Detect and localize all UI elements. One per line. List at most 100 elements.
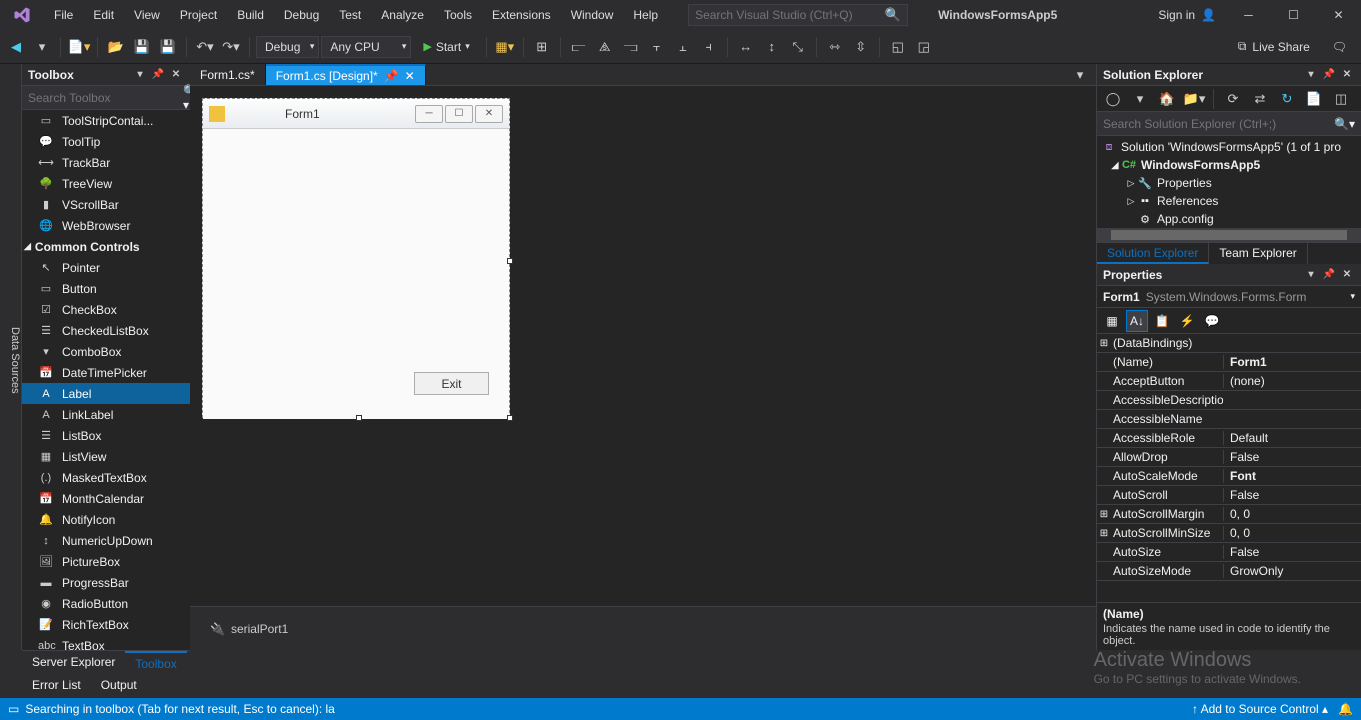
align-center-icon[interactable]: ⧌ bbox=[593, 35, 617, 59]
property-row[interactable]: ⊞(DataBindings) bbox=[1097, 334, 1361, 353]
save-button[interactable]: 💾 bbox=[130, 35, 154, 59]
toolbox-item[interactable]: (.)MaskedTextBox bbox=[22, 467, 190, 488]
menu-analyze[interactable]: Analyze bbox=[371, 2, 434, 28]
close-button[interactable]: ✕ bbox=[1316, 0, 1361, 30]
hspace-icon[interactable]: ⇿ bbox=[823, 35, 847, 59]
messages-icon[interactable]: 💬 bbox=[1201, 310, 1223, 332]
tab-dropdown-icon[interactable]: ▾ bbox=[1068, 63, 1092, 87]
align-middle-icon[interactable]: ⫠ bbox=[671, 35, 695, 59]
toolbox-item[interactable]: ALabel bbox=[22, 383, 190, 404]
layout-button[interactable]: ▦▾ bbox=[493, 35, 517, 59]
pin-icon[interactable]: 📌 bbox=[150, 67, 166, 83]
sol-scope-icon[interactable]: ⟳ bbox=[1221, 87, 1245, 111]
tree-appconfig[interactable]: ⚙ App.config bbox=[1097, 210, 1361, 228]
data-sources-tab[interactable]: Data Sources bbox=[0, 64, 22, 650]
nav-back-button[interactable]: ◀ bbox=[4, 35, 28, 59]
toolbox-item[interactable]: 🌳TreeView bbox=[22, 173, 190, 194]
size-width-icon[interactable]: ↔ bbox=[734, 35, 758, 59]
designer-surface[interactable]: Form1 ─ ☐ ✕ Exit bbox=[190, 86, 1096, 606]
sol-refresh-icon[interactable]: ↻ bbox=[1275, 87, 1299, 111]
toolbox-item[interactable]: ▦ListView bbox=[22, 446, 190, 467]
toolbox-item[interactable]: ↖Pointer bbox=[22, 257, 190, 278]
property-row[interactable]: AutoScrollFalse bbox=[1097, 486, 1361, 505]
save-all-button[interactable]: 💾 bbox=[156, 35, 180, 59]
component-serialport[interactable]: 🔌 serialPort1 bbox=[210, 622, 288, 636]
align-top-icon[interactable]: ⫟ bbox=[645, 35, 669, 59]
align-left-icon[interactable]: ⫍ bbox=[567, 35, 591, 59]
property-row[interactable]: AllowDropFalse bbox=[1097, 448, 1361, 467]
sol-props-icon[interactable]: ◫ bbox=[1329, 87, 1353, 111]
tree-scrollbar[interactable] bbox=[1097, 228, 1361, 242]
tree-references[interactable]: ▷ ▪▪ References bbox=[1097, 192, 1361, 210]
toolbox-item[interactable]: ▬ProgressBar bbox=[22, 572, 190, 593]
properties-icon[interactable]: 📋 bbox=[1151, 310, 1173, 332]
start-button[interactable]: ▶ Start ▾ bbox=[413, 36, 479, 58]
pin-icon[interactable]: 📌 bbox=[1321, 267, 1337, 283]
tab-form1-cs[interactable]: Form1.cs* bbox=[190, 64, 266, 85]
toolbox-item[interactable]: 💬ToolTip bbox=[22, 131, 190, 152]
align-right-icon[interactable]: ⫎ bbox=[619, 35, 643, 59]
new-project-button[interactable]: 📄▾ bbox=[67, 35, 91, 59]
sol-showall-icon[interactable]: ⇄ bbox=[1248, 87, 1272, 111]
form-designer[interactable]: Form1 ─ ☐ ✕ Exit bbox=[202, 98, 510, 418]
toolbox-item[interactable]: ☰CheckedListBox bbox=[22, 320, 190, 341]
size-both-icon[interactable]: ⤡ bbox=[786, 35, 810, 59]
menu-tools[interactable]: Tools bbox=[434, 2, 482, 28]
liveshare-button[interactable]: ⧉ Live Share 🗨 bbox=[1228, 39, 1357, 54]
menu-file[interactable]: File bbox=[44, 2, 83, 28]
dropdown-icon[interactable]: ▾ bbox=[132, 67, 148, 83]
menu-build[interactable]: Build bbox=[227, 2, 274, 28]
tab-solution-explorer[interactable]: Solution Explorer bbox=[1097, 243, 1209, 264]
align-grid-icon[interactable]: ⊞ bbox=[530, 35, 554, 59]
toolbox-item[interactable]: ▭ToolStripContai... bbox=[22, 110, 190, 131]
pin-icon[interactable]: 📌 bbox=[1321, 67, 1337, 83]
toolbox-item[interactable]: ▾ComboBox bbox=[22, 341, 190, 362]
close-icon[interactable]: ✕ bbox=[1339, 67, 1355, 83]
toolbox-item[interactable]: 📅DateTimePicker bbox=[22, 362, 190, 383]
menu-window[interactable]: Window bbox=[561, 2, 624, 28]
toolbox-item[interactable]: ALinkLabel bbox=[22, 404, 190, 425]
tab-server-explorer[interactable]: Server Explorer bbox=[22, 651, 125, 674]
toolbox-item[interactable]: ⟷TrackBar bbox=[22, 152, 190, 173]
tree-project[interactable]: ◢ C# WindowsFormsApp5 bbox=[1097, 156, 1361, 174]
config-dropdown[interactable]: Debug bbox=[256, 36, 319, 58]
toolbox-item[interactable]: ◉RadioButton bbox=[22, 593, 190, 614]
menu-edit[interactable]: Edit bbox=[83, 2, 124, 28]
property-row[interactable]: AutoSizeFalse bbox=[1097, 543, 1361, 562]
sol-sync-icon[interactable]: 📁▾ bbox=[1182, 87, 1206, 111]
sol-collapse-icon[interactable]: 📄 bbox=[1302, 87, 1326, 111]
size-height-icon[interactable]: ↕ bbox=[760, 35, 784, 59]
global-search-input[interactable] bbox=[695, 8, 885, 22]
menu-debug[interactable]: Debug bbox=[274, 2, 329, 28]
pin-icon[interactable]: 📌 bbox=[384, 69, 399, 83]
toolbox-search-input[interactable] bbox=[28, 91, 183, 105]
toolbox-item[interactable]: 🔔NotifyIcon bbox=[22, 509, 190, 530]
alphabetical-icon[interactable]: A↓ bbox=[1126, 310, 1148, 332]
property-row[interactable]: AccessibleName bbox=[1097, 410, 1361, 429]
maximize-button[interactable]: ☐ bbox=[1271, 0, 1316, 30]
property-row[interactable]: AcceptButton(none) bbox=[1097, 372, 1361, 391]
toolbox-item[interactable]: abcTextBox bbox=[22, 635, 190, 650]
sol-fwd-icon[interactable]: ▾ bbox=[1128, 87, 1152, 111]
tab-error-list[interactable]: Error List bbox=[22, 674, 91, 698]
global-search[interactable]: 🔍 bbox=[688, 4, 908, 26]
open-file-button[interactable]: 📂 bbox=[104, 35, 128, 59]
vspace-icon[interactable]: ⇳ bbox=[849, 35, 873, 59]
bring-front-icon[interactable]: ◱ bbox=[886, 35, 910, 59]
toolbox-group-common[interactable]: ◢Common Controls bbox=[22, 236, 190, 257]
solution-search[interactable]: 🔍▾ bbox=[1097, 112, 1361, 136]
minimize-button[interactable]: ─ bbox=[1226, 0, 1271, 30]
align-bottom-icon[interactable]: ⫞ bbox=[697, 35, 721, 59]
sol-back-icon[interactable]: ◯ bbox=[1101, 87, 1125, 111]
menu-extensions[interactable]: Extensions bbox=[482, 2, 561, 28]
property-row[interactable]: ⊞AutoScrollMinSize0, 0 bbox=[1097, 524, 1361, 543]
close-icon[interactable]: ✕ bbox=[1339, 267, 1355, 283]
close-icon[interactable]: ✕ bbox=[405, 69, 415, 83]
menu-test[interactable]: Test bbox=[329, 2, 371, 28]
toolbox-item[interactable]: 🖼PictureBox bbox=[22, 551, 190, 572]
form-body[interactable]: Exit bbox=[203, 129, 509, 419]
feedback-icon[interactable]: 🗨 bbox=[1332, 40, 1347, 54]
toolbox-item[interactable]: ☑CheckBox bbox=[22, 299, 190, 320]
menu-help[interactable]: Help bbox=[623, 2, 668, 28]
toolbox-item[interactable]: ↕NumericUpDown bbox=[22, 530, 190, 551]
